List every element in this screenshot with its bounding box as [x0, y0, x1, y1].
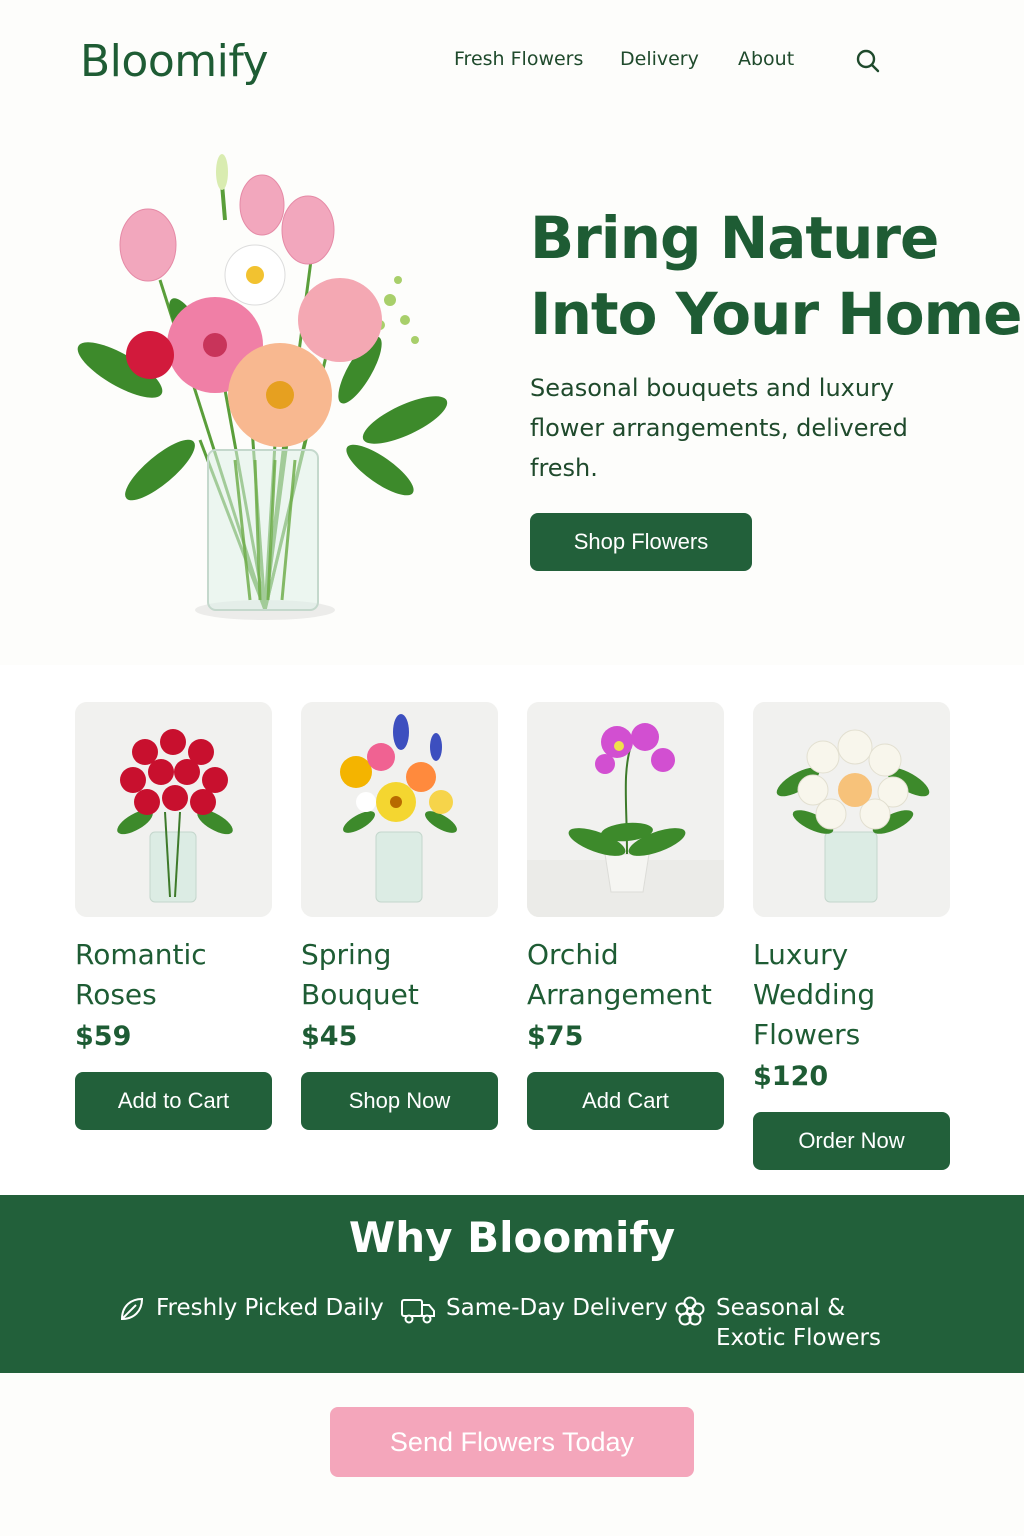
product-image-orchid[interactable] — [527, 702, 724, 917]
hero-title: Bring Nature Into Your Home — [530, 200, 1022, 352]
truck-icon — [401, 1299, 435, 1324]
leaf-icon — [120, 1297, 144, 1321]
cta-section: Send Flowers Today — [0, 1373, 1024, 1536]
product-card[interactable]: Spring Bouquet $45 Shop Now — [301, 702, 498, 1130]
hero-subtitle: Seasonal bouquets and luxury flower arra… — [530, 374, 908, 482]
feature-seasonal: Seasonal & Exotic Flowers — [674, 1293, 934, 1353]
feature-label: Seasonal & Exotic Flowers — [716, 1295, 881, 1351]
hero-section: Bring Nature Into Your Home Seasonal bou… — [0, 120, 1024, 665]
feature-label: Same-Day Delivery — [446, 1295, 668, 1321]
send-flowers-button[interactable]: Send Flowers Today — [330, 1407, 694, 1477]
add-to-cart-button[interactable]: Add to Cart — [75, 1072, 272, 1130]
shop-flowers-button[interactable]: Shop Flowers — [530, 513, 752, 571]
product-image-roses[interactable] — [75, 702, 272, 917]
product-name: Luxury Wedding Flowers — [753, 938, 876, 1051]
order-now-button[interactable]: Order Now — [753, 1112, 950, 1170]
why-bloomify-section: Why Bloomify Freshly Picked Daily Same-D… — [0, 1195, 1024, 1373]
logo[interactable]: Bloomify — [80, 36, 269, 87]
product-name: Romantic Roses — [75, 938, 207, 1011]
product-price: $120 — [753, 1061, 829, 1092]
why-title: Why Bloomify — [348, 1213, 676, 1262]
product-price: $59 — [75, 1021, 132, 1052]
product-card[interactable]: Luxury Wedding Flowers $120 Order Now — [753, 702, 950, 1170]
nav-about[interactable]: About — [738, 48, 794, 70]
flower-icon — [675, 1296, 705, 1326]
product-name: Spring Bouquet — [301, 938, 419, 1011]
feature-label: Freshly Picked Daily — [156, 1295, 384, 1321]
feature-delivery: Same-Day Delivery — [400, 1293, 668, 1325]
product-name: Orchid Arrangement — [527, 938, 712, 1011]
hero-title-line2: Into Your Home — [530, 280, 1022, 348]
feature-fresh: Freshly Picked Daily — [118, 1293, 384, 1323]
nav-delivery[interactable]: Delivery — [620, 48, 699, 70]
hero-title-line1: Bring Nature — [530, 204, 939, 272]
product-price: $45 — [301, 1021, 358, 1052]
add-cart-button[interactable]: Add Cart — [527, 1072, 724, 1130]
product-image-wedding-flowers[interactable] — [753, 702, 950, 917]
product-card[interactable]: Romantic Roses $59 Add to Cart — [75, 702, 272, 1130]
product-price: $75 — [527, 1021, 584, 1052]
nav-fresh-flowers[interactable]: Fresh Flowers — [454, 48, 583, 70]
site-header: Bloomify Fresh Flowers Delivery About — [0, 0, 1024, 120]
search-icon[interactable] — [855, 48, 881, 74]
shop-now-button[interactable]: Shop Now — [301, 1072, 498, 1130]
product-image-spring-bouquet[interactable] — [301, 702, 498, 917]
product-grid: Romantic Roses $59 Add to Cart Spring Bo… — [0, 665, 1024, 1195]
product-card[interactable]: Orchid Arrangement $75 Add Cart — [527, 702, 724, 1130]
hero-bouquet-image — [77, 154, 448, 620]
